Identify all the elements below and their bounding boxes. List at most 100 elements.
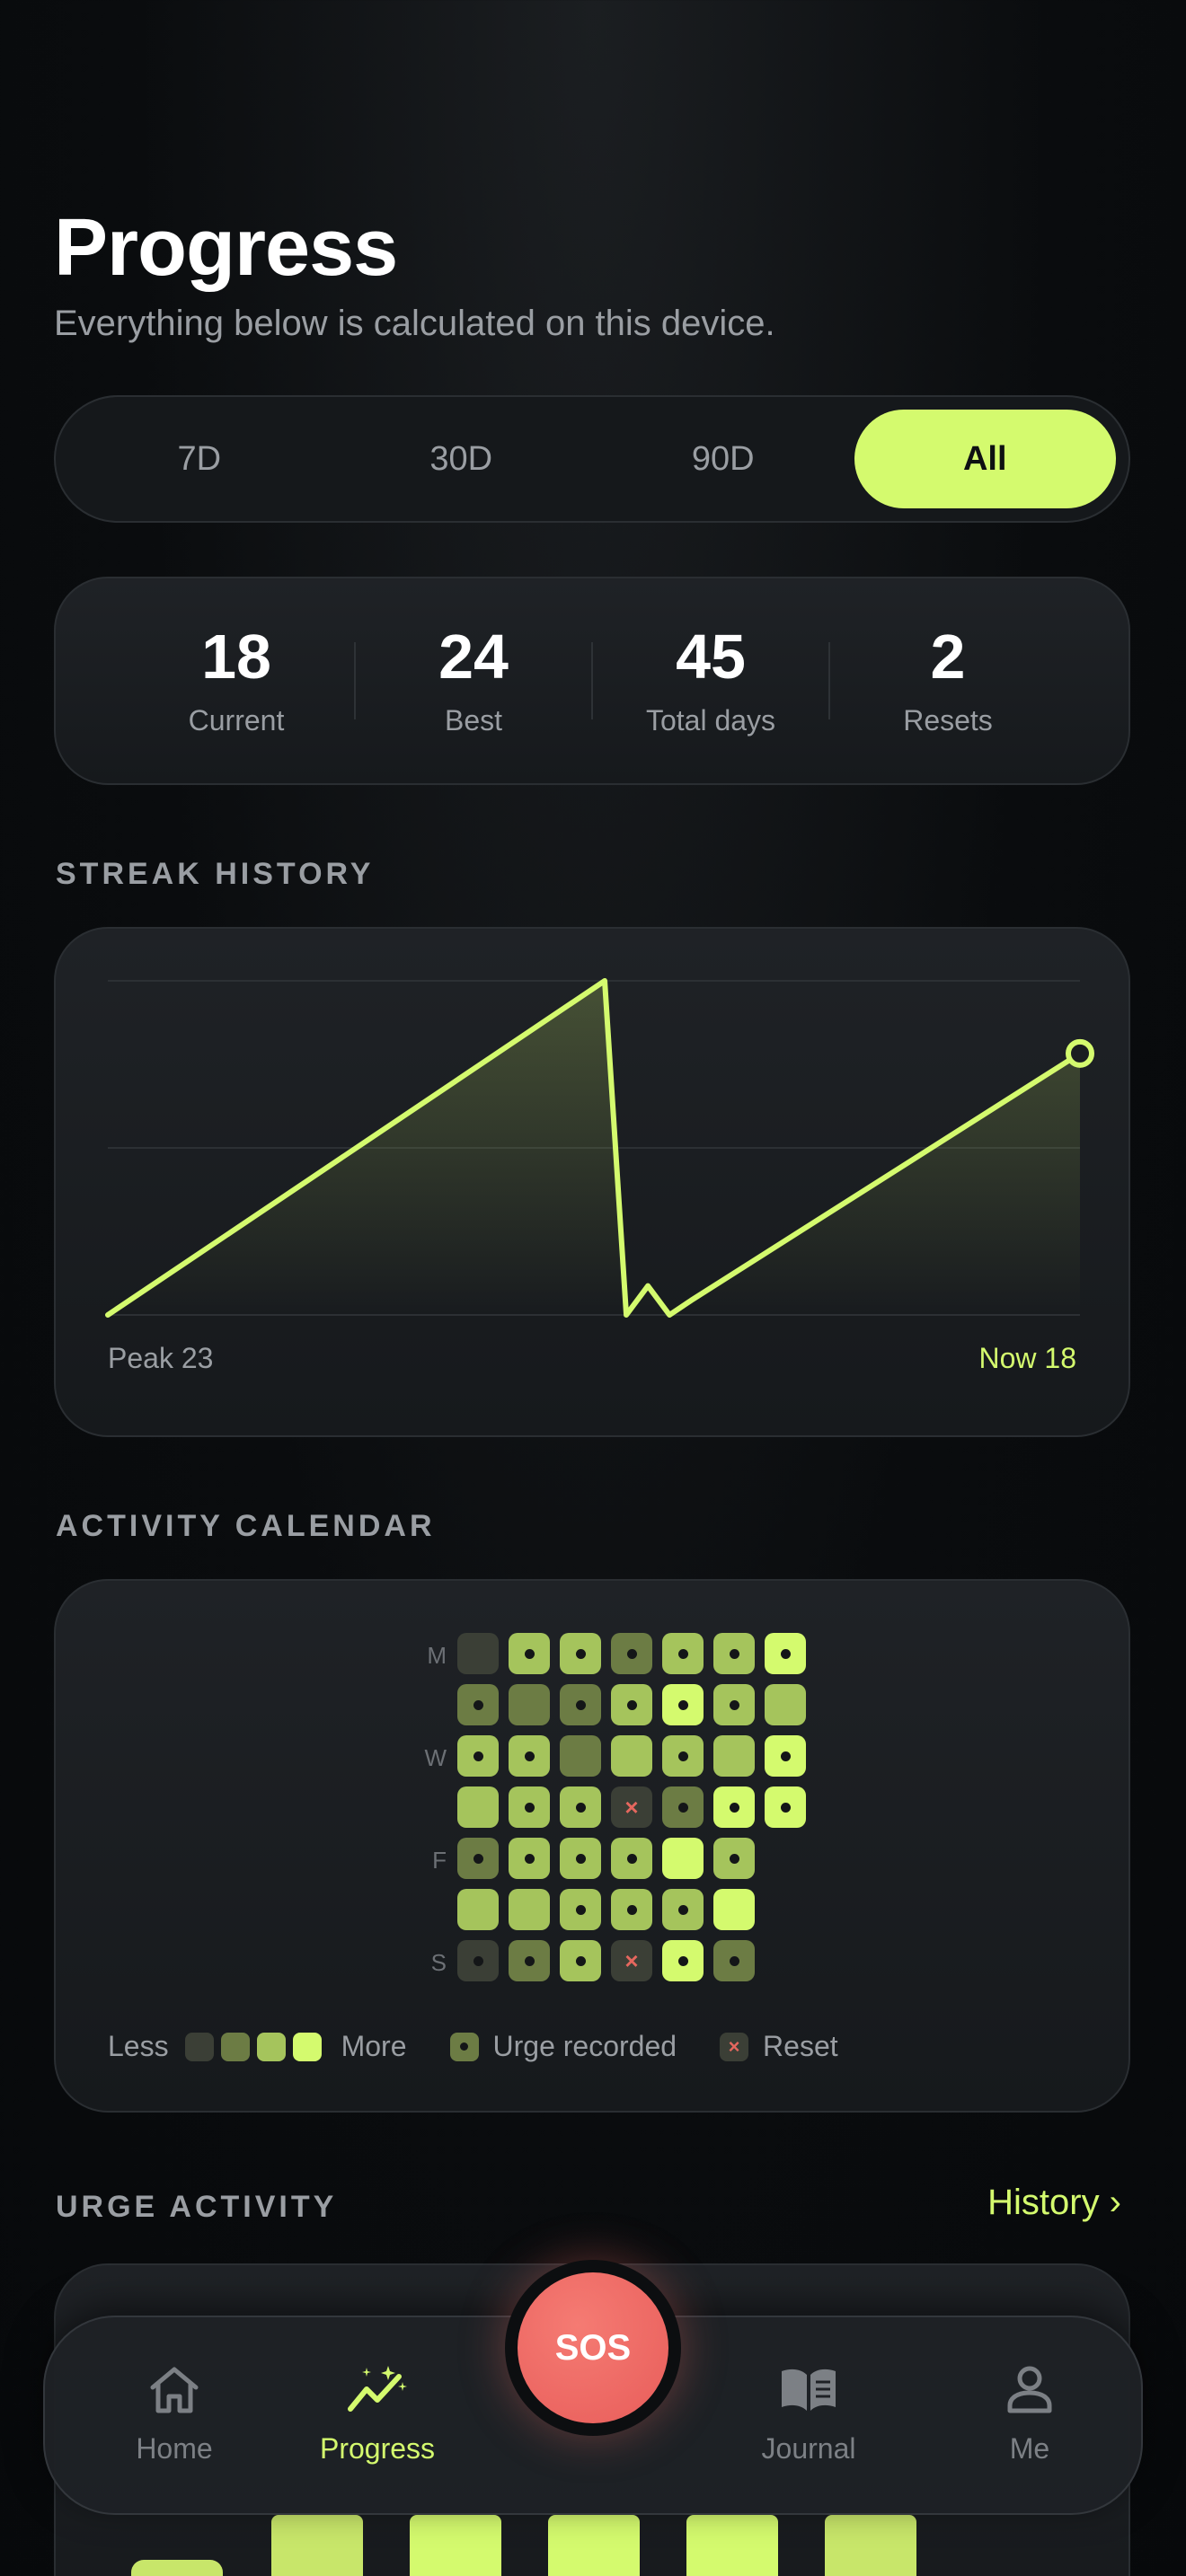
calendar-day-cell[interactable] bbox=[713, 1684, 755, 1725]
urge-dot-icon bbox=[677, 1751, 688, 1761]
calendar-day-cell[interactable] bbox=[457, 1684, 499, 1725]
legend-swatch bbox=[256, 2032, 286, 2061]
calendar-day-cell[interactable] bbox=[611, 1838, 652, 1879]
calendar-day-cell[interactable] bbox=[611, 1684, 652, 1725]
stat-value: 2 bbox=[930, 621, 966, 692]
calendar-day-cell[interactable] bbox=[713, 1786, 755, 1828]
calendar-day-cell[interactable] bbox=[457, 1838, 499, 1879]
urge-dot-icon bbox=[729, 1648, 739, 1659]
calendar-day-cell[interactable] bbox=[560, 1735, 601, 1777]
calendar-day-cell[interactable] bbox=[713, 1633, 755, 1674]
range-tab-30d[interactable]: 30D bbox=[331, 410, 593, 508]
calendar-day-cell[interactable] bbox=[560, 1889, 601, 1930]
calendar-day-cell[interactable] bbox=[713, 1940, 755, 1981]
streak-now-marker bbox=[1066, 1038, 1094, 1068]
calendar-day-cell[interactable] bbox=[713, 1838, 755, 1879]
calendar-day-cell[interactable] bbox=[765, 1633, 806, 1674]
calendar-day-cell[interactable] bbox=[509, 1633, 550, 1674]
nav-label: Journal bbox=[761, 2432, 856, 2465]
range-tab-all[interactable]: All bbox=[854, 410, 1116, 508]
stat-label: Best bbox=[444, 703, 503, 737]
calendar-day-cell[interactable] bbox=[713, 1889, 755, 1930]
calendar-day-label: M bbox=[427, 1642, 447, 1669]
sos-button[interactable]: SOS bbox=[518, 2272, 668, 2423]
urge-dot-icon bbox=[677, 1699, 688, 1710]
calendar-day-cell[interactable] bbox=[457, 1735, 499, 1777]
nav-progress[interactable]: Progress bbox=[296, 2362, 458, 2466]
nav-label: Home bbox=[136, 2432, 213, 2465]
urge-dot-icon bbox=[460, 2042, 468, 2051]
urge-dot-icon bbox=[626, 1853, 637, 1864]
legend-scale bbox=[184, 2032, 329, 2061]
urge-dot-icon bbox=[524, 1648, 535, 1659]
calendar-day-cell[interactable] bbox=[509, 1838, 550, 1879]
calendar-day-cell[interactable] bbox=[560, 1684, 601, 1725]
urge-dot-icon bbox=[524, 1802, 535, 1813]
calendar-day-cell[interactable] bbox=[765, 1786, 806, 1828]
urge-dot-icon bbox=[575, 1802, 586, 1813]
calendar-day-cell[interactable] bbox=[662, 1735, 704, 1777]
calendar-day-cell[interactable] bbox=[457, 1633, 499, 1674]
calendar-day-cell[interactable] bbox=[662, 1940, 704, 1981]
calendar-day-cell[interactable] bbox=[509, 1889, 550, 1930]
calendar-day-cell[interactable] bbox=[765, 1684, 806, 1725]
legend-more-label: More bbox=[341, 2030, 407, 2062]
calendar-day-cell[interactable] bbox=[509, 1940, 550, 1981]
calendar-day-cell[interactable] bbox=[457, 1786, 499, 1828]
calendar-day-cell[interactable] bbox=[611, 1735, 652, 1777]
streak-history-card: Peak 23 Now 18 bbox=[54, 927, 1130, 1437]
calendar-day-cell[interactable] bbox=[713, 1735, 755, 1777]
calendar-day-cell[interactable] bbox=[662, 1889, 704, 1930]
urge-dot-icon bbox=[575, 1699, 586, 1710]
calendar-day-cell[interactable] bbox=[662, 1633, 704, 1674]
urge-dot-icon bbox=[524, 1955, 535, 1966]
stat-total-days: 45 Total days bbox=[593, 625, 828, 737]
range-tab-7d[interactable]: 7D bbox=[68, 410, 331, 508]
calendar-day-label: F bbox=[432, 1847, 447, 1874]
calendar-day-cell[interactable] bbox=[611, 1889, 652, 1930]
range-tab-90d[interactable]: 90D bbox=[592, 410, 854, 508]
calendar-day-cell[interactable] bbox=[560, 1838, 601, 1879]
urge-dot-icon bbox=[780, 1751, 791, 1761]
calendar-day-cell[interactable] bbox=[457, 1889, 499, 1930]
page-subtitle: Everything below is calculated on this d… bbox=[54, 304, 775, 343]
calendar-day-cell[interactable] bbox=[509, 1684, 550, 1725]
legend-less-label: Less bbox=[108, 2030, 169, 2062]
stats-card: 18 Current 24 Best 45 Total days 2 Reset… bbox=[54, 577, 1130, 785]
nav-journal[interactable]: Journal bbox=[728, 2362, 890, 2466]
calendar-day-cell[interactable] bbox=[662, 1786, 704, 1828]
urge-bar bbox=[548, 2515, 640, 2576]
reset-x-icon: × bbox=[624, 1794, 639, 1821]
urge-dot-icon bbox=[473, 1955, 483, 1966]
legend-swatch bbox=[292, 2032, 322, 2061]
calendar-day-cell[interactable]: × bbox=[611, 1786, 652, 1828]
calendar-day-cell[interactable] bbox=[611, 1633, 652, 1674]
legend-urge-swatch bbox=[449, 2032, 479, 2061]
urge-dot-icon bbox=[575, 1955, 586, 1966]
legend-reset-label: Reset bbox=[763, 2030, 838, 2062]
calendar-day-cell[interactable] bbox=[560, 1940, 601, 1981]
calendar-day-label: S bbox=[430, 1949, 447, 1976]
legend-urge-label: Urge recorded bbox=[492, 2030, 677, 2062]
calendar-day-cell[interactable] bbox=[765, 1735, 806, 1777]
calendar-day-cell[interactable] bbox=[560, 1633, 601, 1674]
nav-home[interactable]: Home bbox=[93, 2362, 255, 2466]
calendar-day-cell[interactable] bbox=[509, 1786, 550, 1828]
calendar-day-cell[interactable] bbox=[662, 1838, 704, 1879]
calendar-day-cell[interactable]: × bbox=[611, 1940, 652, 1981]
stat-current: 18 Current bbox=[119, 625, 354, 737]
calendar-day-cell[interactable] bbox=[662, 1684, 704, 1725]
page-title: Progress bbox=[54, 203, 398, 293]
stat-value: 24 bbox=[438, 621, 509, 692]
calendar-day-cell[interactable] bbox=[457, 1940, 499, 1981]
urge-bar bbox=[686, 2515, 778, 2576]
urge-dot-icon bbox=[626, 1904, 637, 1915]
urge-dot-icon bbox=[473, 1751, 483, 1761]
urge-dot-icon bbox=[677, 1955, 688, 1966]
nav-me[interactable]: Me bbox=[949, 2362, 1111, 2466]
calendar-day-cell[interactable] bbox=[509, 1735, 550, 1777]
history-link[interactable]: History › bbox=[987, 2183, 1121, 2223]
urge-dot-icon bbox=[473, 1699, 483, 1710]
profile-icon bbox=[1007, 2366, 1052, 2413]
calendar-day-cell[interactable] bbox=[560, 1786, 601, 1828]
